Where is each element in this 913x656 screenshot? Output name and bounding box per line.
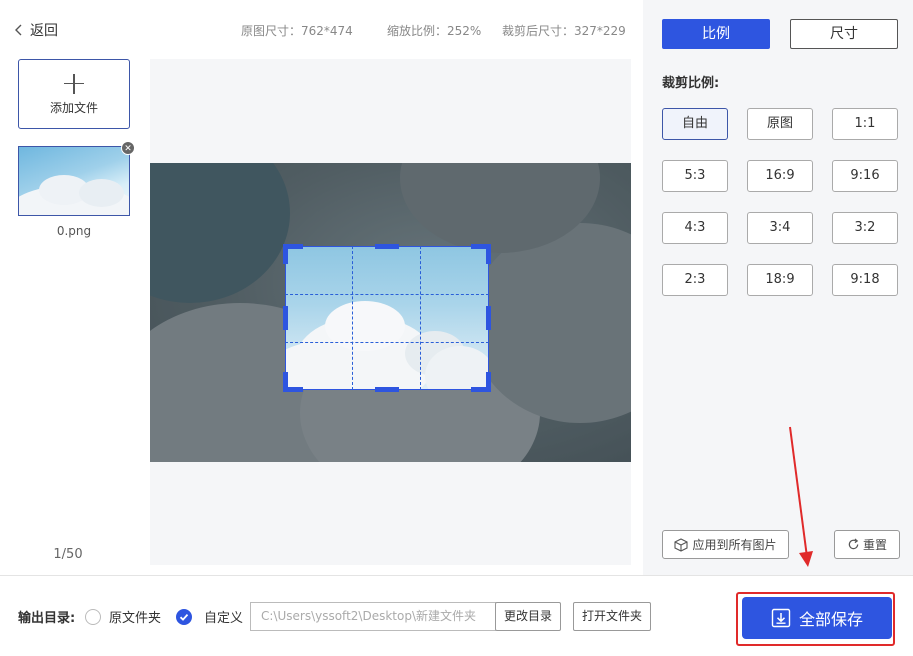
crop-grid-line	[285, 342, 489, 343]
ratio-free[interactable]: 自由	[662, 108, 728, 140]
tab-ratio[interactable]: 比例	[662, 19, 770, 49]
ratio-2-3[interactable]: 2:3	[662, 264, 728, 296]
ratio-9-16[interactable]: 9:16	[832, 160, 898, 192]
cropped-size-info: 裁剪后尺寸：327*229	[502, 24, 626, 38]
ratio-original[interactable]: 原图	[747, 108, 813, 140]
crop-handle-top-left[interactable]	[283, 244, 288, 264]
back-button[interactable]: 返回	[14, 20, 58, 40]
radio-original-folder[interactable]	[85, 609, 101, 625]
change-dir-button[interactable]: 更改目录	[495, 602, 561, 631]
radio-custom-folder[interactable]	[176, 609, 192, 625]
reset-button[interactable]: 重置	[834, 530, 900, 559]
add-file-label: 添加文件	[49, 100, 98, 115]
back-label: 返回	[30, 23, 58, 39]
crop-grid-line	[285, 294, 489, 295]
crop-handle-left[interactable]	[283, 306, 288, 330]
crop-handle-right[interactable]	[486, 306, 491, 330]
output-path-field[interactable]: C:\Users\yssoft2\Desktop\新建文件夹	[250, 602, 496, 631]
plus-icon	[63, 73, 85, 95]
image-crop-app: 返回 原图尺寸：762*474 缩放比例：252% 裁剪后尺寸：327*229 …	[0, 0, 913, 656]
ratio-5-3[interactable]: 5:3	[662, 160, 728, 192]
ratio-1-1[interactable]: 1:1	[832, 108, 898, 140]
open-folder-button[interactable]: 打开文件夹	[573, 602, 651, 631]
page-counter: 1/50	[53, 547, 83, 562]
output-dir-label: 输出目录:	[18, 611, 76, 626]
tab-size[interactable]: 尺寸	[790, 19, 898, 49]
remove-file-icon[interactable]: ✕	[121, 141, 135, 155]
reset-label: 重置	[862, 538, 887, 552]
ratio-16-9[interactable]: 16:9	[747, 160, 813, 192]
crop-ratio-title: 裁剪比例:	[662, 76, 720, 91]
original-size-info: 原图尺寸：762*474	[241, 24, 353, 38]
red-arrow-annotation	[789, 426, 813, 567]
zoom-ratio-info: 缩放比例：252%	[387, 24, 482, 38]
crop-handle-bottom-right[interactable]	[486, 372, 491, 392]
refresh-icon	[848, 538, 859, 550]
apply-to-all-label: 应用到所有图片	[692, 538, 777, 552]
chevron-left-icon	[15, 24, 22, 36]
crop-handle-bottom[interactable]	[375, 387, 399, 392]
cube-icon	[674, 537, 689, 552]
crop-grid-line	[420, 246, 421, 390]
custom-folder-label: 自定义	[204, 611, 244, 626]
crop-border	[285, 246, 489, 390]
check-icon	[179, 613, 189, 621]
file-thumbnail[interactable]	[18, 146, 130, 216]
file-name: 0.png	[56, 224, 92, 238]
crop-handle-bottom-left[interactable]	[283, 372, 288, 392]
original-folder-label: 原文件夹	[109, 611, 162, 626]
ratio-18-9[interactable]: 18:9	[747, 264, 813, 296]
crop-handle-top-right[interactable]	[486, 244, 491, 264]
crop-handle-top[interactable]	[375, 244, 399, 249]
add-file-button[interactable]: 添加文件	[18, 59, 130, 129]
highlight-box	[736, 592, 895, 646]
ratio-4-3[interactable]: 4:3	[662, 212, 728, 244]
crop-grid-line	[352, 246, 353, 390]
ratio-3-2[interactable]: 3:2	[832, 212, 898, 244]
ratio-3-4[interactable]: 3:4	[747, 212, 813, 244]
ratio-9-18[interactable]: 9:18	[832, 264, 898, 296]
apply-to-all-button[interactable]: 应用到所有图片	[662, 530, 789, 559]
